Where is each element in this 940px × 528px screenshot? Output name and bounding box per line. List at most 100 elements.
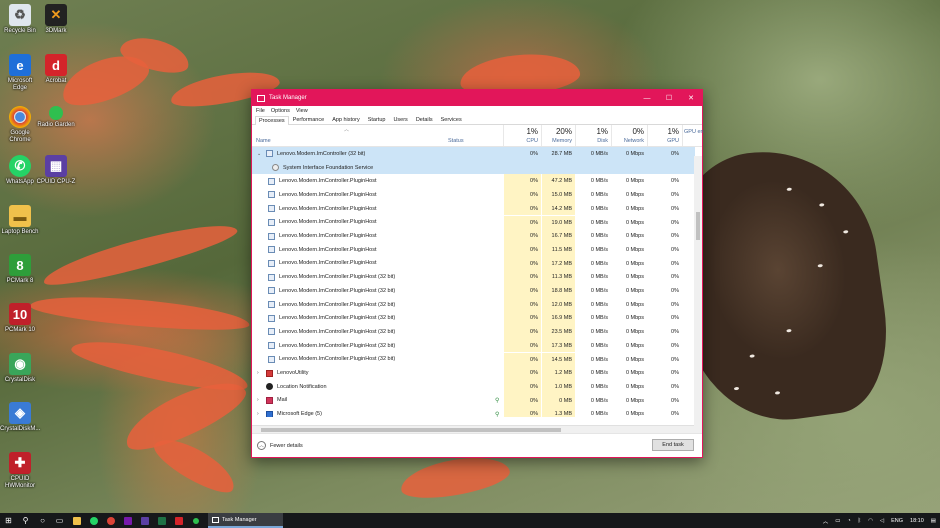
volume-icon[interactable]: ◁ bbox=[880, 518, 884, 524]
taskbar-task-manager[interactable]: Task Manager bbox=[208, 513, 283, 528]
close-button[interactable]: ✕ bbox=[680, 90, 702, 106]
menu-bar: File Options View bbox=[252, 106, 702, 115]
cell-mem: 18.8 MB bbox=[551, 288, 572, 294]
chevron-right-icon[interactable]: › bbox=[257, 370, 259, 376]
process-row[interactable]: Lenovo.Modern.ImController.PluginHost 0% 1… bbox=[252, 215, 695, 230]
cell-net: 0 Mbps bbox=[625, 397, 644, 404]
column-cpu[interactable]: 1% CPU bbox=[504, 127, 538, 144]
column-network[interactable]: 0% Network bbox=[612, 127, 644, 144]
column-memory[interactable]: 20% Memory bbox=[542, 127, 572, 144]
process-row[interactable]: › LenovoUtility 0% 1.2 MB 0 MB/s 0 Mbps 0% bbox=[252, 366, 695, 380]
process-row[interactable]: Lenovo.Modern.ImController.PluginHost (3… bbox=[252, 352, 695, 367]
app-icon bbox=[268, 246, 275, 254]
desktop-icon-cpuz[interactable]: ▦ CPUID CPU-Z bbox=[36, 155, 76, 186]
desktop-icon-crystaldiskmark[interactable]: ◈ CrystalDiskM... bbox=[0, 402, 40, 433]
cell-mem: 12.0 MB bbox=[551, 301, 572, 308]
task-view-icon[interactable]: ▭ bbox=[51, 513, 68, 528]
desktop-icon-3dmark[interactable]: ✕ 3DMark bbox=[36, 4, 76, 35]
bluetooth-icon[interactable]: ᛒ bbox=[858, 518, 861, 524]
language-indicator[interactable]: ENG bbox=[891, 518, 903, 524]
hwmonitor-icon: ✚ bbox=[9, 452, 31, 474]
horizontal-scroll-thumb[interactable] bbox=[261, 428, 561, 432]
tab-processes[interactable]: Processes bbox=[255, 116, 289, 125]
process-row[interactable]: › Mail ⚲ 0% 0 MB 0 MB/s 0 Mbps 0% bbox=[252, 393, 695, 408]
chrome-taskbar-icon[interactable] bbox=[102, 513, 119, 528]
cell-cpu: 0% bbox=[530, 205, 538, 212]
whatsapp-taskbar-icon[interactable] bbox=[85, 513, 102, 528]
process-row[interactable]: Lenovo.Modern.ImController.PluginHost 0% 1… bbox=[252, 229, 695, 243]
maximize-button[interactable]: ☐ bbox=[658, 90, 680, 106]
chevron-down-icon[interactable]: ⌄ bbox=[257, 151, 261, 157]
desktop-icon-crystaldisk[interactable]: ◉ CrystalDisk bbox=[0, 353, 40, 384]
acrobat-taskbar-icon[interactable] bbox=[170, 513, 187, 528]
process-row[interactable]: ⌄ Lenovo.Modern.ImController (32 bit) 0% 28… bbox=[252, 147, 695, 161]
cell-disk: 0 MB/s bbox=[590, 397, 608, 404]
radio-garden-taskbar-icon[interactable] bbox=[187, 513, 204, 528]
process-row[interactable]: Location Notification 0% 1.0 MB 0 MB/s 0 Mbp… bbox=[252, 379, 695, 394]
tab-performance[interactable]: Performance bbox=[289, 115, 329, 124]
fewer-details-button[interactable]: ︿ Fewer details bbox=[257, 441, 303, 450]
process-row[interactable]: Lenovo.Modern.ImController.PluginHost 0% 1… bbox=[252, 242, 695, 257]
desktop-icon-acrobat[interactable]: d Acrobat bbox=[36, 54, 76, 85]
process-row[interactable]: System Interface Foundation Service bbox=[252, 160, 695, 175]
chevron-right-icon[interactable]: › bbox=[257, 411, 259, 417]
desktop-icon-radio-garden[interactable]: Radio Garden bbox=[36, 106, 76, 129]
tab-app-history[interactable]: App history bbox=[328, 115, 364, 124]
column-name[interactable]: Name bbox=[256, 138, 271, 144]
vertical-scroll-thumb[interactable] bbox=[696, 212, 700, 240]
desktop-icon-pcmark10[interactable]: 10 PCMark 10 bbox=[0, 303, 40, 334]
network-icon[interactable]: ◔ bbox=[847, 518, 850, 524]
desktop-icon-laptop-bench[interactable]: ▬ Laptop Bench bbox=[0, 205, 40, 236]
process-row[interactable]: › Microsoft Edge (5) ⚲ 0% 1.3 MB 0 MB/s 0 Mbps… bbox=[252, 407, 695, 417]
process-row[interactable]: Lenovo.Modern.ImController.PluginHost (3… bbox=[252, 270, 695, 284]
menu-view[interactable]: View bbox=[296, 108, 308, 114]
cell-disk: 0 MB/s bbox=[590, 205, 608, 212]
process-row[interactable]: Lenovo.Modern.ImController.PluginHost (3… bbox=[252, 311, 695, 326]
wifi-icon[interactable]: ◠ bbox=[868, 518, 873, 524]
column-gpu-engine[interactable]: GPU en bbox=[684, 127, 704, 135]
desktop-icon-whatsapp[interactable]: ✆ WhatsApp bbox=[0, 155, 40, 186]
desktop-icon-edge[interactable]: e Microsoft Edge bbox=[0, 54, 40, 92]
end-task-button[interactable]: End task bbox=[652, 439, 694, 451]
column-status[interactable]: Status bbox=[448, 138, 464, 144]
title-bar[interactable]: Task Manager — ☐ ✕ bbox=[252, 90, 702, 106]
desktop-icon-recycle-bin[interactable]: ♻ Recycle Bin bbox=[0, 4, 40, 35]
chevron-up-icon[interactable]: ︿ bbox=[823, 517, 829, 525]
tab-startup[interactable]: Startup bbox=[364, 115, 390, 124]
chevron-right-icon[interactable]: › bbox=[257, 397, 259, 403]
process-row[interactable]: Lenovo.Modern.ImController.PluginHost (3… bbox=[252, 338, 695, 353]
search-icon[interactable]: ⚲ bbox=[17, 513, 34, 528]
cell-disk: 0 MB/s bbox=[590, 342, 608, 349]
column-disk[interactable]: 1% Disk bbox=[576, 127, 608, 144]
process-row[interactable]: Lenovo.Modern.ImController.PluginHost 0% 1… bbox=[252, 188, 695, 202]
start-button[interactable]: ⊞ bbox=[0, 513, 17, 528]
process-row[interactable]: Lenovo.Modern.ImController.PluginHost 0% 4… bbox=[252, 174, 695, 189]
process-row[interactable]: Lenovo.Modern.ImController.PluginHost 0% 1… bbox=[252, 256, 695, 271]
menu-options[interactable]: Options bbox=[271, 108, 290, 114]
notifications-icon[interactable]: ▤ bbox=[931, 518, 936, 524]
minimize-button[interactable]: — bbox=[636, 90, 658, 106]
desktop-icon-hwmonitor[interactable]: ✚ CPUID HWMonitor bbox=[0, 452, 40, 490]
cell-net: 0 Mbps bbox=[625, 274, 644, 281]
cell-cpu: 0% bbox=[530, 178, 538, 185]
process-row[interactable]: Lenovo.Modern.ImController.PluginHost (3… bbox=[252, 297, 695, 312]
horizontal-scrollbar[interactable] bbox=[252, 425, 695, 433]
process-row[interactable]: Lenovo.Modern.ImController.PluginHost 0% 1… bbox=[252, 201, 695, 216]
process-row[interactable]: Lenovo.Modern.ImController.PluginHost (3… bbox=[252, 284, 695, 298]
clock[interactable]: 18:10 bbox=[910, 518, 924, 524]
cortana-icon[interactable]: ○ bbox=[34, 513, 51, 528]
column-gpu[interactable]: 1% GPU bbox=[648, 127, 679, 144]
desktop-icon-pcmark8[interactable]: 8 PCMark 8 bbox=[0, 254, 40, 285]
vertical-scrollbar[interactable] bbox=[694, 156, 702, 433]
file-explorer-icon[interactable] bbox=[68, 513, 85, 528]
process-row[interactable]: Lenovo.Modern.ImController.PluginHost (3… bbox=[252, 325, 695, 339]
excel-icon[interactable] bbox=[153, 513, 170, 528]
tab-details[interactable]: Details bbox=[412, 115, 437, 124]
desktop-icon-chrome[interactable]: Google Chrome bbox=[0, 106, 40, 144]
tab-services[interactable]: Services bbox=[437, 115, 466, 124]
battery-icon[interactable]: ▭ bbox=[835, 518, 840, 524]
menu-file[interactable]: File bbox=[256, 108, 265, 114]
cpuz-taskbar-icon[interactable] bbox=[136, 513, 153, 528]
onenote-icon[interactable] bbox=[119, 513, 136, 528]
tab-users[interactable]: Users bbox=[389, 115, 411, 124]
